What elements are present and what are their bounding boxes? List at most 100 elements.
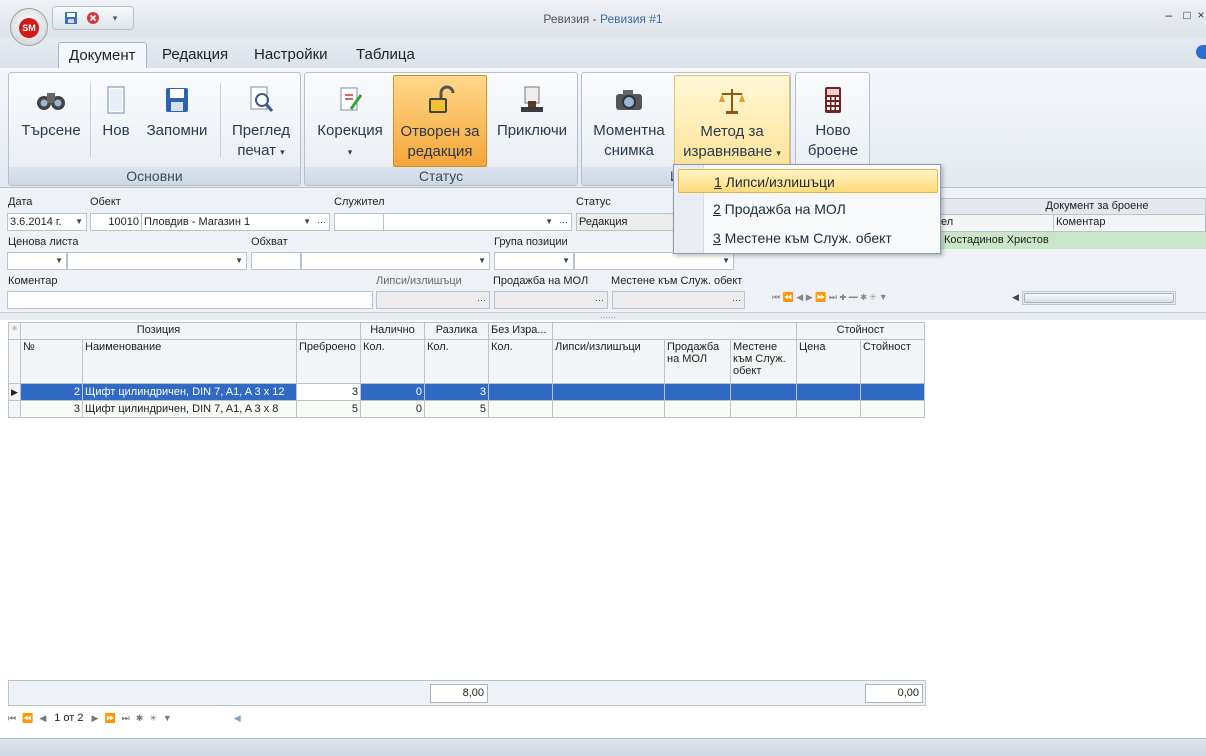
ellipsis-icon: ⋯ xyxy=(559,217,568,227)
finish-button[interactable]: Приключи xyxy=(491,75,573,167)
move-label: Местене към Служ. обект xyxy=(611,275,743,287)
object-name-field[interactable]: Пловдив - Магазин 1 ⋯ ▼ xyxy=(141,213,330,231)
column-counted[interactable]: Преброено xyxy=(296,339,361,384)
new-button[interactable]: Нов xyxy=(95,75,137,167)
grid-navigator: ⏮ ⏪ ◀ 1 от 2 ▶ ⏩ ⏭ ✱ ✳ ▼ ◀ xyxy=(8,710,241,726)
navigator-buttons[interactable]: ⏮ ⏪ ◀ ▶ ⏩ ⏭ ✚ ━ ✱ ✳ ▼ xyxy=(772,292,888,303)
ellipsis-icon: ⋯ xyxy=(317,217,326,227)
column-available-qty[interactable]: Кол. xyxy=(360,339,425,384)
print-preview-button[interactable]: Преглед печат ▾ xyxy=(225,75,297,167)
add-record-icon[interactable]: ✱ xyxy=(136,713,144,724)
scroll-left-icon[interactable]: ◀ xyxy=(234,713,241,724)
stamp-icon xyxy=(521,86,543,112)
prev-record-icon[interactable]: ◀ xyxy=(39,713,46,724)
last-record-icon[interactable]: ⏭ xyxy=(122,713,130,724)
comment-field[interactable] xyxy=(7,291,373,309)
price-list-label: Ценова листа xyxy=(8,236,79,248)
minimize-icon[interactable]: – xyxy=(1162,8,1176,22)
scope-name-field[interactable]: ▼ xyxy=(301,252,490,270)
menu-item-shortage[interactable]: 1 Липси/излишъци xyxy=(678,169,938,193)
next-page-icon[interactable]: ⏩ xyxy=(104,713,115,724)
object-code-field[interactable]: 10010 xyxy=(90,213,142,231)
chevron-down-icon: ▾ xyxy=(347,147,353,157)
table-row[interactable]: 3 Щифт цилиндричен, DIN 7, A1, A 3 x 8 5… xyxy=(8,400,925,418)
tab-settings[interactable]: Настройки xyxy=(244,42,338,68)
header-form: Дата 3.6.2014 г. ▼ Обект 10010 Пловдив - … xyxy=(0,190,768,312)
edit-document-icon xyxy=(340,87,363,111)
column-diff-qty[interactable]: Кол. xyxy=(424,339,489,384)
new-document-icon xyxy=(107,86,125,114)
delete-record-icon[interactable]: ✳ xyxy=(149,713,157,724)
ribbon-separator xyxy=(90,83,91,157)
snapshot-button[interactable]: Моментна снимка xyxy=(588,75,670,167)
group-label-basic: Основни xyxy=(9,167,300,185)
app-menu-button[interactable]: SM xyxy=(10,8,48,46)
close-window-icon[interactable]: × xyxy=(1194,8,1206,22)
comment-label: Коментар xyxy=(8,275,58,287)
column-price[interactable]: Цена xyxy=(796,339,861,384)
shortage-label: Липси/излишъци xyxy=(376,275,462,287)
status-label: Статус xyxy=(576,196,611,208)
open-for-edit-button[interactable]: Отворен за редакция xyxy=(393,75,487,167)
status-bar xyxy=(0,738,1206,756)
chevron-down-icon: ▾ xyxy=(280,147,285,157)
date-field[interactable]: 3.6.2014 г. ▼ xyxy=(7,213,87,231)
record-indicator: 1 от 2 xyxy=(52,712,86,724)
method-button[interactable]: Метод за изравняване ▾ xyxy=(674,75,790,167)
help-icon[interactable] xyxy=(1196,45,1206,59)
table-row[interactable]: ▶ 2 Щифт цилиндричен, DIN 7, A1, A 3 x 1… xyxy=(8,383,925,401)
move-field: ⋯ xyxy=(612,291,745,309)
correction-button[interactable]: Корекция ▾ xyxy=(309,75,391,167)
unlocked-padlock-icon xyxy=(429,85,455,113)
column-value[interactable]: Стойност xyxy=(860,339,925,384)
ribbon-tabs: Документ Редакция Настройки Таблица xyxy=(0,38,1206,68)
column-shortage[interactable]: Липси/излишъци xyxy=(552,339,665,384)
group-status: Корекция ▾ Отворен за редакция Приключи … xyxy=(304,72,578,186)
tab-edit[interactable]: Редакция xyxy=(152,42,238,68)
employee-name-field[interactable]: ⋯ ▼ xyxy=(383,213,572,231)
item-group-code-field[interactable]: ▼ xyxy=(494,252,574,270)
column-name[interactable]: Наименование xyxy=(82,339,297,384)
scope-code-field[interactable] xyxy=(251,252,301,270)
chevron-down-icon: ▼ xyxy=(478,256,486,265)
tab-document[interactable]: Документ xyxy=(58,42,147,68)
splitter[interactable]: ⋯⋯ xyxy=(0,312,1206,322)
shortage-field: ⋯ xyxy=(376,291,490,309)
date-label: Дата xyxy=(8,196,33,208)
column-comment[interactable]: Коментар xyxy=(1053,215,1105,230)
price-list-code-field[interactable]: ▼ xyxy=(7,252,67,270)
tab-table[interactable]: Таблица xyxy=(346,42,425,68)
group-header-no-eq: Без Изра... xyxy=(488,322,553,340)
object-label: Обект xyxy=(90,196,121,208)
column-noeq-qty[interactable]: Кол. xyxy=(488,339,553,384)
filter-icon[interactable]: ▼ xyxy=(163,713,172,723)
chevron-down-icon: ▾ xyxy=(776,148,781,158)
chevron-down-icon: ▼ xyxy=(722,256,730,265)
column-move[interactable]: Местене към Служ. обект xyxy=(730,339,797,384)
new-count-button[interactable]: Ново броене xyxy=(798,75,868,167)
first-record-icon[interactable]: ⏮ xyxy=(8,713,16,724)
menu-item-move[interactable]: 3 Местене към Служ. обект xyxy=(678,226,938,250)
price-list-name-field[interactable]: ▼ xyxy=(67,252,247,270)
maximize-icon[interactable]: □ xyxy=(1180,8,1194,22)
ellipsis-icon: ⋯ xyxy=(595,295,604,305)
scrollbar-thumb[interactable] xyxy=(1024,293,1174,303)
next-record-icon[interactable]: ▶ xyxy=(92,713,99,724)
scroll-left-icon[interactable]: ◀ xyxy=(1012,292,1019,303)
search-button[interactable]: Търсене xyxy=(15,75,87,167)
item-group-name-field[interactable]: ▼ xyxy=(574,252,734,270)
group-header-position: Позиция xyxy=(20,322,297,340)
column-no[interactable]: № xyxy=(20,339,83,384)
method-dropdown-menu: 1 Липси/излишъци 2 Продажба на МОЛ 3 Мес… xyxy=(673,164,941,254)
chevron-down-icon: ▼ xyxy=(55,256,63,265)
grid-corner[interactable]: ✳ xyxy=(8,322,21,340)
save-button[interactable]: Запомни xyxy=(141,75,213,167)
column-employee[interactable]: ел xyxy=(941,215,953,230)
horizontal-scrollbar[interactable] xyxy=(1022,291,1176,305)
total-difference: 8,00 xyxy=(430,684,488,703)
menu-item-sale-mol[interactable]: 2 Продажба на МОЛ xyxy=(678,197,938,221)
prev-page-icon[interactable]: ⏪ xyxy=(22,713,33,724)
employee-code-field[interactable] xyxy=(334,213,384,231)
column-sale-mol[interactable]: Продажба на МОЛ xyxy=(664,339,731,384)
total-value: 0,00 xyxy=(865,684,923,703)
